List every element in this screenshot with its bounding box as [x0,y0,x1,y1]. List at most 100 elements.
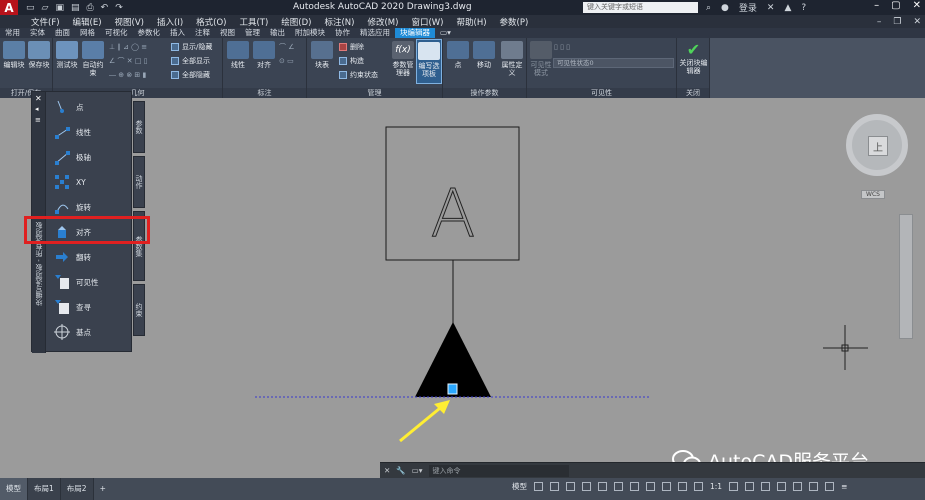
tab-manage[interactable]: 管理 [240,28,265,38]
linear-button[interactable]: 线性 [225,41,251,69]
model-space-button[interactable]: 模型 [512,481,527,492]
test-block-button[interactable]: 测试块 [55,41,79,69]
search-input[interactable]: 键入关键字或短语 [583,2,698,13]
dimension-extra-icon[interactable]: ⌒ ∠ [279,42,295,52]
open-icon[interactable]: ▱ [42,3,49,13]
maximize-icon[interactable]: ▢ [891,0,900,11]
constraint-tools-3-icon[interactable]: ― ⊕ ⊗ ⊞ ▮ [109,70,146,80]
menu-item[interactable]: 标注(N) [324,16,354,28]
tab-view[interactable]: 视图 [215,28,240,38]
search-icon[interactable]: ⌕ [706,3,711,13]
palette-item-basepoint[interactable]: 基点 [54,321,132,343]
exchange-icon[interactable]: ✕ [767,3,775,13]
close-icon[interactable]: ✕ [913,0,921,11]
construction-button[interactable]: 构造 [339,56,364,66]
constraint-tools-icon[interactable]: ⊥ ∥ ⊿ ◯ ≡ [109,42,147,52]
palette-item-linear[interactable]: 线性 [54,121,132,143]
wcs-menu[interactable]: WCS [861,190,885,199]
save-block-button[interactable]: 保存块 [27,41,51,69]
annotation-monitor-icon[interactable] [745,482,755,491]
undo-icon[interactable]: ↶ [101,3,109,13]
menu-item[interactable]: 绘图(D) [281,16,311,28]
menu-item[interactable]: 视图(V) [115,16,144,28]
palette-tab-parameters[interactable]: 参数 [133,101,145,153]
menu-item[interactable]: 插入(I) [157,16,183,28]
palette-item-polar[interactable]: 极轴 [54,146,132,168]
annotation-icon[interactable] [694,482,703,491]
tab-layout1[interactable]: 布局1 [28,478,61,500]
print-icon[interactable]: ⎙ [86,3,93,13]
command-close-icon[interactable]: ✕ [384,466,390,475]
block-table-button[interactable]: 块表 [309,41,335,69]
hardware-accel-icon[interactable] [809,482,819,491]
menu-item[interactable]: 参数(P) [500,16,529,28]
ribbon-toggle-icon[interactable]: ▭▾ [435,28,456,38]
grid-icon[interactable] [534,482,543,491]
minimize-icon[interactable]: – [874,0,879,11]
palette-autohide-icon[interactable]: ◂ [35,105,39,113]
selection-cycling-icon[interactable] [662,482,671,491]
palette-properties-icon[interactable]: ≡ [35,116,41,124]
palette-item-visibility[interactable]: 可见性 [54,271,132,293]
transparency-icon[interactable] [646,482,655,491]
authoring-palette-button[interactable]: 编写选项板 [416,39,442,84]
show-all-button[interactable]: 全部显示 [171,56,210,66]
application-menu-button[interactable]: A [0,0,18,15]
tab-surface[interactable]: 曲面 [50,28,75,38]
doc-close-icon[interactable]: ✕ [913,17,921,27]
palette-close-icon[interactable]: ✕ [35,94,42,103]
edit-block-button[interactable]: 编辑块 [2,41,26,69]
new-icon[interactable]: ▭ [26,3,35,13]
attribute-definition-button[interactable]: 属性定义 [499,41,525,77]
aligned-dimension-button[interactable]: 对齐 [251,41,277,69]
doc-restore-icon[interactable]: ❐ [893,17,901,27]
tab-insert[interactable]: 插入 [165,28,190,38]
3d-osnap-icon[interactable] [678,482,687,491]
palette-item-point[interactable]: 点 [54,96,132,118]
doc-minimize-icon[interactable]: – [877,17,882,27]
palette-item-rotation[interactable]: 旋转 [54,196,132,218]
user-icon[interactable]: ● [721,3,729,13]
command-input[interactable]: 键入命令 [428,464,569,477]
palette-tab-constraints[interactable]: 约束 [133,284,145,336]
menu-item[interactable]: 修改(M) [367,16,398,28]
menu-item[interactable]: 编辑(E) [73,16,102,28]
menu-item[interactable]: 格式(O) [196,16,226,28]
viewcube[interactable]: 上 [846,114,908,176]
close-block-editor-button[interactable]: ✔ 关闭块编辑器 [678,41,709,76]
menu-item[interactable]: 窗口(W) [411,16,443,28]
tab-solid[interactable]: 实体 [25,28,50,38]
saveas-icon[interactable]: ▤ [71,3,80,13]
tab-layout2[interactable]: 布局2 [60,478,94,500]
osnap-icon[interactable] [598,482,607,491]
alignment-grip-icon[interactable] [447,383,458,395]
show-hide-button[interactable]: 显示/隐藏 [171,42,212,52]
clean-screen-icon[interactable] [825,482,835,491]
tab-model[interactable]: 模型 [0,478,28,500]
dimension-extra-2-icon[interactable]: ⊙ ▭ [279,56,294,66]
tab-featured-apps[interactable]: 精选应用 [355,28,395,38]
palette-item-xy[interactable]: XY [54,171,132,193]
visibility-mode-button[interactable]: 可见性模式 [529,41,553,77]
parameter-manager-button[interactable]: f(x) 参数管理器 [390,41,416,77]
point-parameter-button[interactable]: 点 [445,41,471,69]
tab-home[interactable]: 常用 [0,28,25,38]
tab-mesh[interactable]: 网格 [75,28,100,38]
save-icon[interactable]: ▣ [55,3,64,13]
constraint-tools-2-icon[interactable]: ∠ ⌒ ✕ □ ▯ [109,56,148,66]
palette-item-lookup[interactable]: 查寻 [54,296,132,318]
palette-tab-actions[interactable]: 动作 [133,156,145,208]
tab-annotate[interactable]: 注释 [190,28,215,38]
redo-icon[interactable]: ↷ [115,3,123,13]
units-icon[interactable] [761,482,771,491]
help-icon[interactable]: ? [801,3,806,13]
otrack-icon[interactable] [614,482,623,491]
add-layout-button[interactable]: + [94,478,112,500]
delete-button[interactable]: 删除 [339,42,364,52]
command-history-icon[interactable]: ▭▾ [412,466,423,475]
tab-collaborate[interactable]: 协作 [330,28,355,38]
annotation-scale[interactable]: 1:1 [710,482,722,491]
ortho-icon[interactable] [566,482,575,491]
tab-block-editor[interactable]: 块编辑器 [395,28,435,38]
tab-parametric[interactable]: 参数化 [133,28,166,38]
